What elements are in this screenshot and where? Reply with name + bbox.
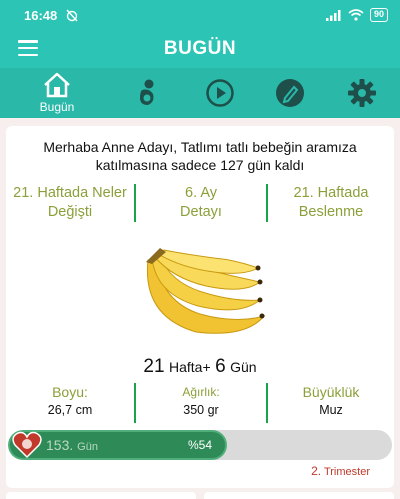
- link-month-detail-line-2: Detayı: [180, 204, 222, 220]
- menu-icon[interactable]: [18, 40, 38, 56]
- stat-size: Büyüklük Muz: [268, 383, 394, 423]
- info-links: 21. Haftada Neler Değişti 6. Ay Detayı 2…: [6, 184, 394, 222]
- link-weekly-changes[interactable]: 21. Haftada Neler Değişti: [6, 184, 134, 222]
- tab-today-label: Bugün: [39, 100, 75, 114]
- stat-length: Boyu: 26,7 cm: [6, 383, 134, 423]
- link-weekly-changes-line-1: 21. Haftada Neler: [13, 185, 127, 201]
- status-bar: 16:48 90: [0, 0, 400, 30]
- progress-days-unit: Gün: [77, 441, 98, 453]
- page-title: BUGÜN: [163, 38, 237, 59]
- age-days: 6: [215, 356, 226, 377]
- wifi-icon: [348, 9, 364, 21]
- stat-length-value: 26,7 cm: [47, 403, 93, 417]
- baby-stats: Boyu: 26,7 cm Ağırlık: 350 gr Büyüklük M…: [6, 383, 394, 423]
- age-days-unit: Gün: [230, 359, 257, 375]
- next-card-edge: [204, 492, 394, 499]
- tab-baby[interactable]: [132, 68, 162, 118]
- tab-play[interactable]: [204, 68, 236, 118]
- stat-weight-value: 350 gr: [183, 403, 219, 417]
- progress-days: 153. Gün: [46, 437, 98, 453]
- signal-icon: [325, 10, 341, 21]
- stat-size-label: Büyüklük: [302, 384, 360, 400]
- heart-icon: [12, 431, 42, 459]
- pregnancy-summary-card: Merhaba Anne Adayı, Tatlımı tatlı bebeği…: [6, 126, 394, 488]
- link-weekly-changes-line-2: Değişti: [47, 204, 93, 220]
- link-weekly-nutrition[interactable]: 21. Haftada Beslenme: [268, 184, 394, 222]
- trimester-text: Trimester: [323, 466, 370, 478]
- stat-length-label: Boyu:: [52, 384, 88, 400]
- tab-notes[interactable]: [274, 68, 306, 118]
- tab-bar: Bugün: [0, 68, 400, 118]
- status-time: 16:48: [24, 7, 58, 23]
- trimester-label: 2. Trimester: [311, 464, 370, 478]
- stat-size-value: Muz: [319, 403, 343, 417]
- app-bar: BUGÜN: [0, 30, 400, 68]
- greeting-line-1: Merhaba Anne Adayı, Tatlımı tatlı bebeği…: [43, 139, 357, 155]
- play-icon: [206, 79, 234, 107]
- progress-percent: %54: [188, 438, 213, 452]
- next-card-edge: [6, 492, 196, 499]
- tab-today[interactable]: Bugün: [37, 68, 77, 118]
- stat-weight: Ağırlık: 350 gr: [136, 383, 266, 423]
- trimester-number: 2.: [311, 464, 322, 478]
- link-weekly-nutrition-line-1: 21. Haftada: [293, 185, 369, 201]
- home-icon: [44, 72, 70, 98]
- pregnancy-age: 21 Hafta+ 6 Gün: [6, 356, 394, 378]
- baby-icon: [140, 79, 154, 105]
- pencil-icon: [276, 79, 304, 107]
- banana-image: [146, 248, 266, 334]
- greeting-line-2: katılmasına sadece 127 gün kaldı: [95, 157, 305, 173]
- stat-weight-label: Ağırlık:: [182, 385, 220, 399]
- link-month-detail-line-1: 6. Ay: [185, 185, 217, 201]
- age-weeks-unit: Hafta+: [169, 359, 211, 375]
- greeting-text: Merhaba Anne Adayı, Tatlımı tatlı bebeği…: [6, 138, 394, 174]
- link-weekly-nutrition-line-2: Beslenme: [298, 204, 364, 220]
- alarm-off-icon: [66, 9, 78, 22]
- pregnancy-progress-bar: 153. Gün %54: [8, 430, 392, 460]
- tab-settings[interactable]: [345, 68, 379, 118]
- progress-days-value: 153.: [46, 437, 74, 453]
- battery-indicator: 90: [369, 8, 388, 22]
- link-month-detail[interactable]: 6. Ay Detayı: [136, 184, 266, 222]
- gear-icon: [348, 79, 376, 107]
- age-weeks: 21: [143, 356, 165, 377]
